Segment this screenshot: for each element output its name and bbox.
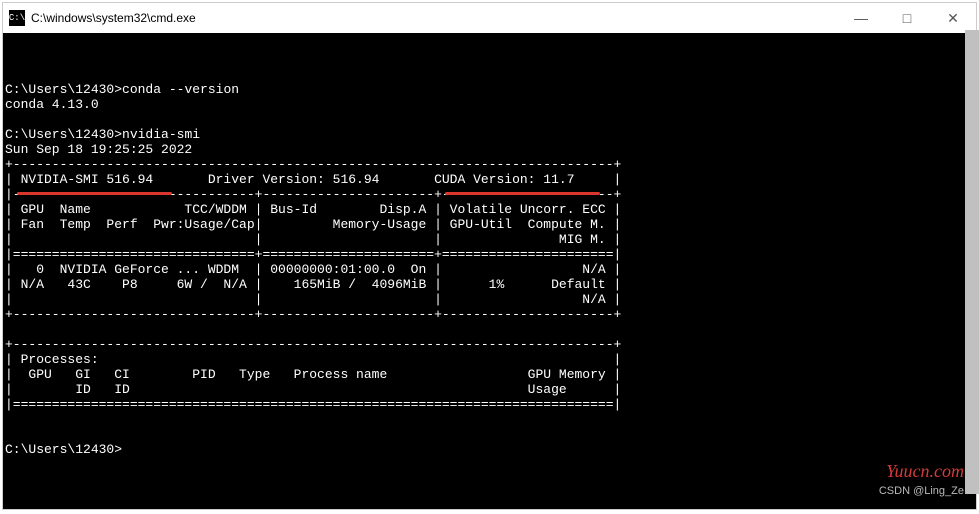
- titlebar[interactable]: C:\ C:\windows\system32\cmd.exe — □ ✕: [3, 3, 976, 33]
- highlight-underline: [17, 192, 172, 195]
- smi-processes-header: | GPU GI CI PID Type Process name GPU Me…: [5, 367, 621, 382]
- scrollbar-thumb[interactable]: [965, 30, 979, 494]
- watermark-csdn: CSDN @Ling_Ze: [879, 484, 964, 499]
- smi-border: +---------------------------------------…: [5, 157, 621, 172]
- output-line: Sun Sep 18 19:25:25 2022: [5, 142, 192, 157]
- window-title: C:\windows\system32\cmd.exe: [31, 11, 838, 25]
- vertical-scrollbar[interactable]: [965, 30, 979, 494]
- smi-gpu-row: | | | N/A |: [5, 292, 621, 307]
- smi-border: |=======================================…: [5, 397, 621, 412]
- cmd-icon: C:\: [9, 10, 25, 26]
- prompt: C:\Users\12430>: [5, 442, 122, 457]
- smi-processes-header: | Processes: |: [5, 352, 621, 367]
- window-controls: — □ ✕: [838, 3, 976, 33]
- command-text: conda --version: [122, 82, 239, 97]
- smi-header: | GPU Name TCC/WDDM | Bus-Id Disp.A | Vo…: [5, 202, 621, 217]
- smi-processes-header: | ID ID Usage |: [5, 382, 621, 397]
- terminal-output[interactable]: C:\Users\12430>conda --version conda 4.1…: [3, 33, 976, 509]
- smi-header-version: | NVIDIA-SMI 516.94 Driver Version: 516.…: [5, 172, 621, 187]
- smi-gpu-row: | N/A 43C P8 6W / N/A | 165MiB / 4096MiB…: [5, 277, 621, 292]
- command-text: nvidia-smi: [122, 127, 200, 142]
- smi-header: | Fan Temp Perf Pwr:Usage/Cap| Memory-Us…: [5, 217, 621, 232]
- prompt: C:\Users\12430>: [5, 82, 122, 97]
- smi-gpu-row: | 0 NVIDIA GeForce ... WDDM | 00000000:0…: [5, 262, 621, 277]
- watermark-site: Yuucn.com: [886, 464, 964, 479]
- output-line: conda 4.13.0: [5, 97, 99, 112]
- prompt: C:\Users\12430>: [5, 127, 122, 142]
- smi-header: | | | MIG M. |: [5, 232, 621, 247]
- minimize-button[interactable]: —: [838, 3, 884, 33]
- cmd-window: C:\ C:\windows\system32\cmd.exe — □ ✕ C:…: [2, 2, 977, 510]
- smi-border: |===============================+=======…: [5, 247, 621, 262]
- maximize-button[interactable]: □: [884, 3, 930, 33]
- highlight-underline: [445, 192, 600, 195]
- smi-border: +---------------------------------------…: [5, 337, 621, 352]
- smi-border: +-------------------------------+-------…: [5, 307, 621, 322]
- close-button[interactable]: ✕: [930, 3, 976, 33]
